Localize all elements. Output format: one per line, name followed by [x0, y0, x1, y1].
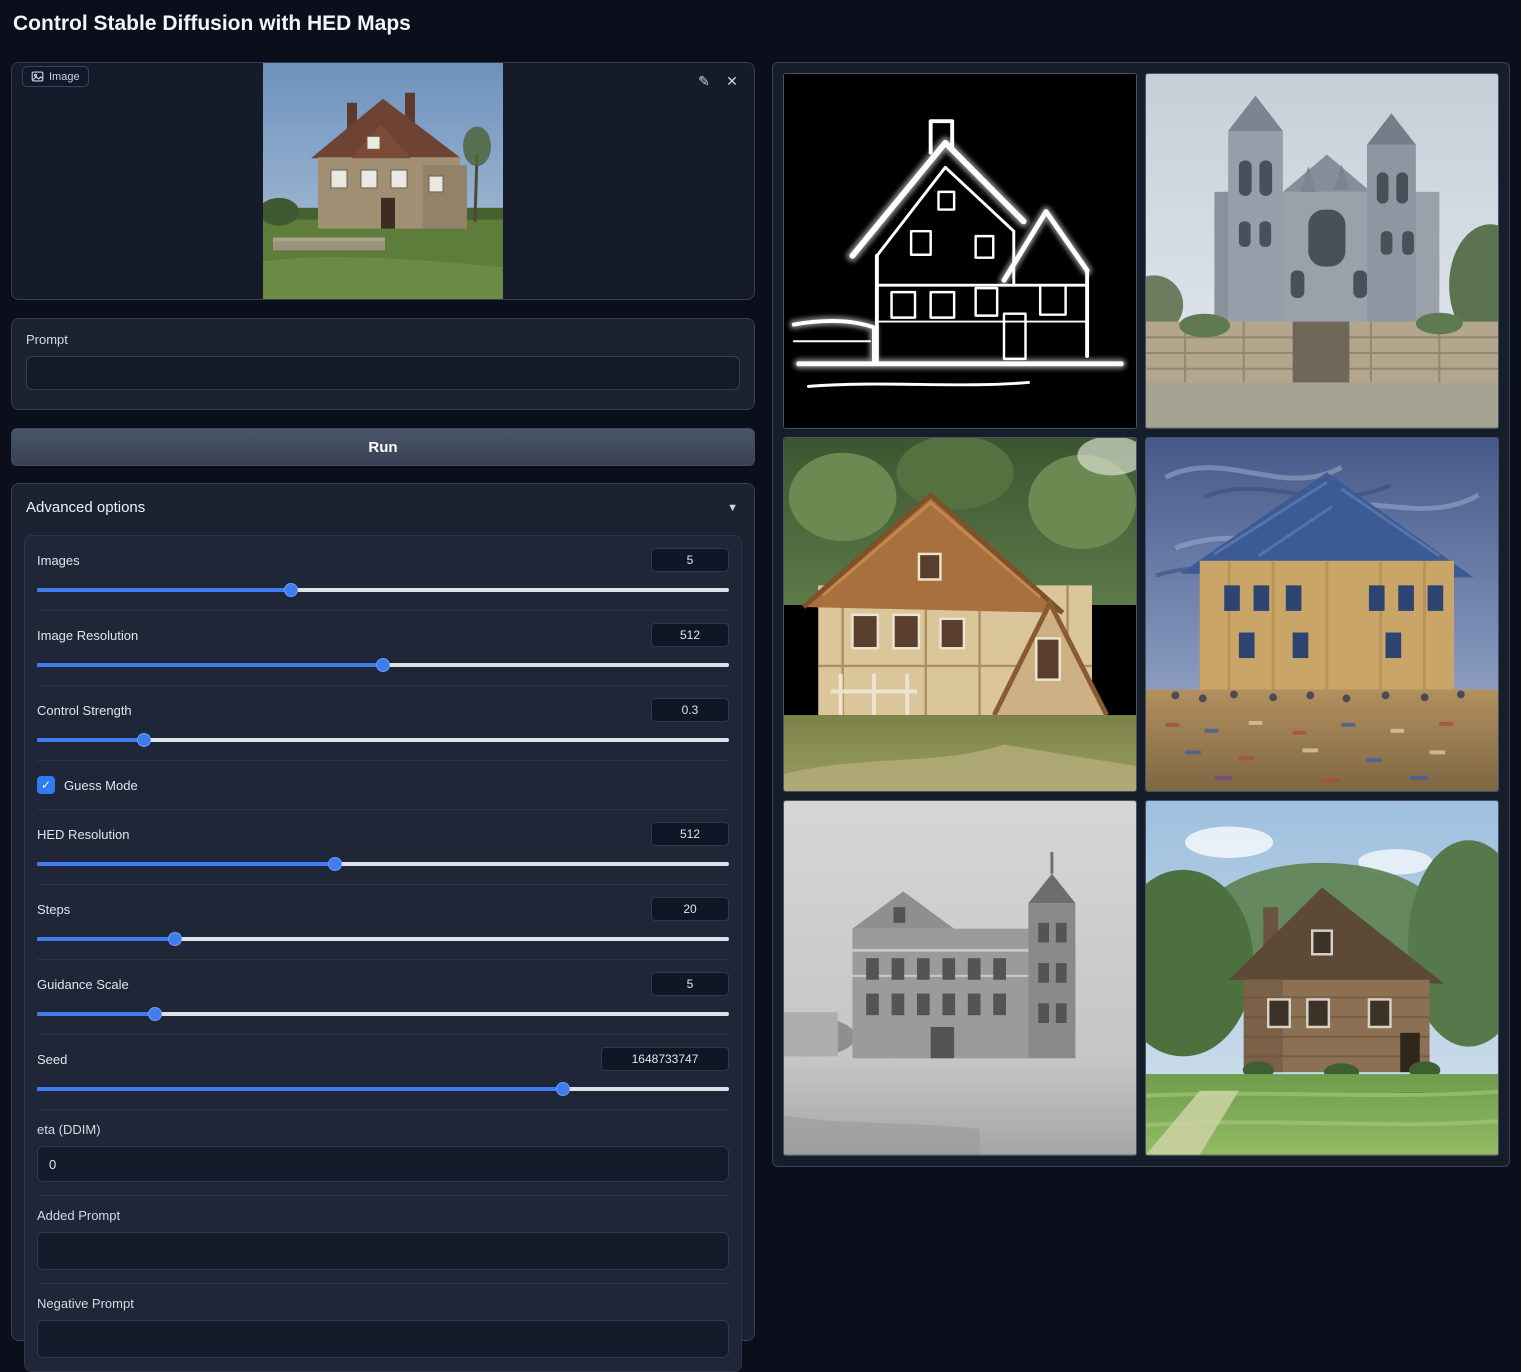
guidance-scale-label: Guidance Scale — [37, 977, 129, 992]
image-input-label: Image — [22, 66, 89, 87]
gallery-item-stone-cathedral[interactable] — [1145, 73, 1499, 429]
slider-handle[interactable] — [556, 1082, 570, 1096]
page-title: Control Stable Diffusion with HED Maps — [13, 12, 411, 36]
slider-handle[interactable] — [284, 583, 298, 597]
guess-mode-label: Guess Mode — [64, 778, 138, 793]
control-strength-slider[interactable] — [37, 733, 729, 747]
image-resolution-label: Image Resolution — [37, 628, 138, 643]
control-strength-number-input[interactable] — [651, 698, 729, 722]
image-resolution-number-input[interactable] — [651, 623, 729, 647]
slider-handle[interactable] — [148, 1007, 162, 1021]
clear-image-button[interactable]: ✕ — [720, 69, 744, 93]
images-number-input[interactable] — [651, 548, 729, 572]
seed-label: Seed — [37, 1052, 67, 1067]
advanced-options-toggle[interactable]: Advanced options ▼ — [12, 484, 754, 529]
uploaded-image[interactable] — [263, 63, 503, 299]
steps-number-input[interactable] — [651, 897, 729, 921]
prompt-label: Prompt — [26, 332, 740, 347]
negative-prompt-row: Negative Prompt — [37, 1284, 729, 1371]
check-icon: ✓ — [41, 778, 51, 792]
added-prompt-row: Added Prompt — [37, 1196, 729, 1284]
eta-input[interactable] — [37, 1146, 729, 1182]
image-input-panel: Image ✎ ✕ — [11, 62, 755, 300]
slider-row-control-strength: Control Strength — [37, 686, 729, 761]
chevron-down-icon: ▼ — [727, 502, 738, 514]
slider-fill — [37, 1012, 155, 1016]
slider-fill — [37, 862, 335, 866]
steps-slider[interactable] — [37, 932, 729, 946]
steps-label: Steps — [37, 902, 70, 917]
slider-row-seed: Seed — [37, 1035, 729, 1110]
uploaded-house-photo — [263, 63, 503, 299]
slider-fill — [37, 738, 144, 742]
added-prompt-label: Added Prompt — [37, 1208, 729, 1223]
guidance-scale-number-input[interactable] — [651, 972, 729, 996]
negative-prompt-label: Negative Prompt — [37, 1296, 729, 1311]
hed-resolution-label: HED Resolution — [37, 827, 130, 842]
slider-row-steps: Steps — [37, 885, 729, 960]
added-prompt-input[interactable] — [37, 1232, 729, 1270]
slider-fill — [37, 663, 383, 667]
slider-row-guidance-scale: Guidance Scale — [37, 960, 729, 1035]
image-input-label-text: Image — [49, 71, 80, 83]
painted-cottage-image — [784, 438, 1136, 792]
control-strength-label: Control Strength — [37, 703, 132, 718]
image-toolbar: ✎ ✕ — [692, 69, 744, 93]
guess-mode-checkbox[interactable]: ✓ — [37, 776, 55, 794]
guidance-scale-slider[interactable] — [37, 1007, 729, 1021]
pencil-icon: ✎ — [698, 73, 710, 89]
gallery-item-grayscale-building[interactable] — [783, 800, 1137, 1156]
guess-mode-row: ✓ Guess Mode — [37, 761, 729, 810]
gallery-item-hed-edge-map[interactable] — [783, 73, 1137, 429]
hed-resolution-number-input[interactable] — [651, 822, 729, 846]
slider-handle[interactable] — [168, 932, 182, 946]
gallery-item-painted-cottage[interactable] — [783, 437, 1137, 793]
hed-resolution-slider[interactable] — [37, 857, 729, 871]
image-resolution-slider[interactable] — [37, 658, 729, 672]
slider-fill — [37, 588, 291, 592]
images-label: Images — [37, 553, 80, 568]
stone-cathedral-image — [1146, 74, 1498, 428]
gallery-item-timber-house[interactable] — [1145, 800, 1499, 1156]
grayscale-building-image — [784, 801, 1136, 1155]
hed-edge-map-image — [784, 74, 1136, 428]
slider-handle[interactable] — [376, 658, 390, 672]
advanced-options-title: Advanced options — [26, 499, 145, 516]
slider-fill — [37, 1087, 563, 1091]
seed-slider[interactable] — [37, 1082, 729, 1096]
slider-handle[interactable] — [328, 857, 342, 871]
advanced-options-panel: Advanced options ▼ Images Image Resoluti… — [11, 483, 755, 1341]
negative-prompt-input[interactable] — [37, 1320, 729, 1358]
eta-label: eta (DDIM) — [37, 1122, 729, 1137]
slider-handle[interactable] — [137, 733, 151, 747]
images-slider[interactable] — [37, 583, 729, 597]
prompt-input[interactable] — [26, 356, 740, 390]
advanced-options-form: Images Image Resolution — [24, 535, 742, 1372]
image-icon — [31, 70, 44, 83]
slider-fill — [37, 937, 175, 941]
controls-column: Image ✎ ✕ — [11, 62, 755, 1341]
edit-image-button[interactable]: ✎ — [692, 69, 716, 93]
gallery-item-stylized-painting[interactable] — [1145, 437, 1499, 793]
prompt-panel: Prompt — [11, 318, 755, 410]
output-gallery — [772, 62, 1510, 1167]
stylized-painting-image — [1146, 438, 1498, 792]
eta-row: eta (DDIM) — [37, 1110, 729, 1196]
slider-row-image-resolution: Image Resolution — [37, 611, 729, 686]
timber-house-image — [1146, 801, 1498, 1155]
run-button[interactable]: Run — [11, 428, 755, 466]
gallery-grid — [783, 73, 1499, 1156]
close-icon: ✕ — [726, 73, 738, 89]
slider-row-hed-resolution: HED Resolution — [37, 810, 729, 885]
slider-row-images: Images — [37, 536, 729, 611]
seed-number-input[interactable] — [601, 1047, 729, 1071]
